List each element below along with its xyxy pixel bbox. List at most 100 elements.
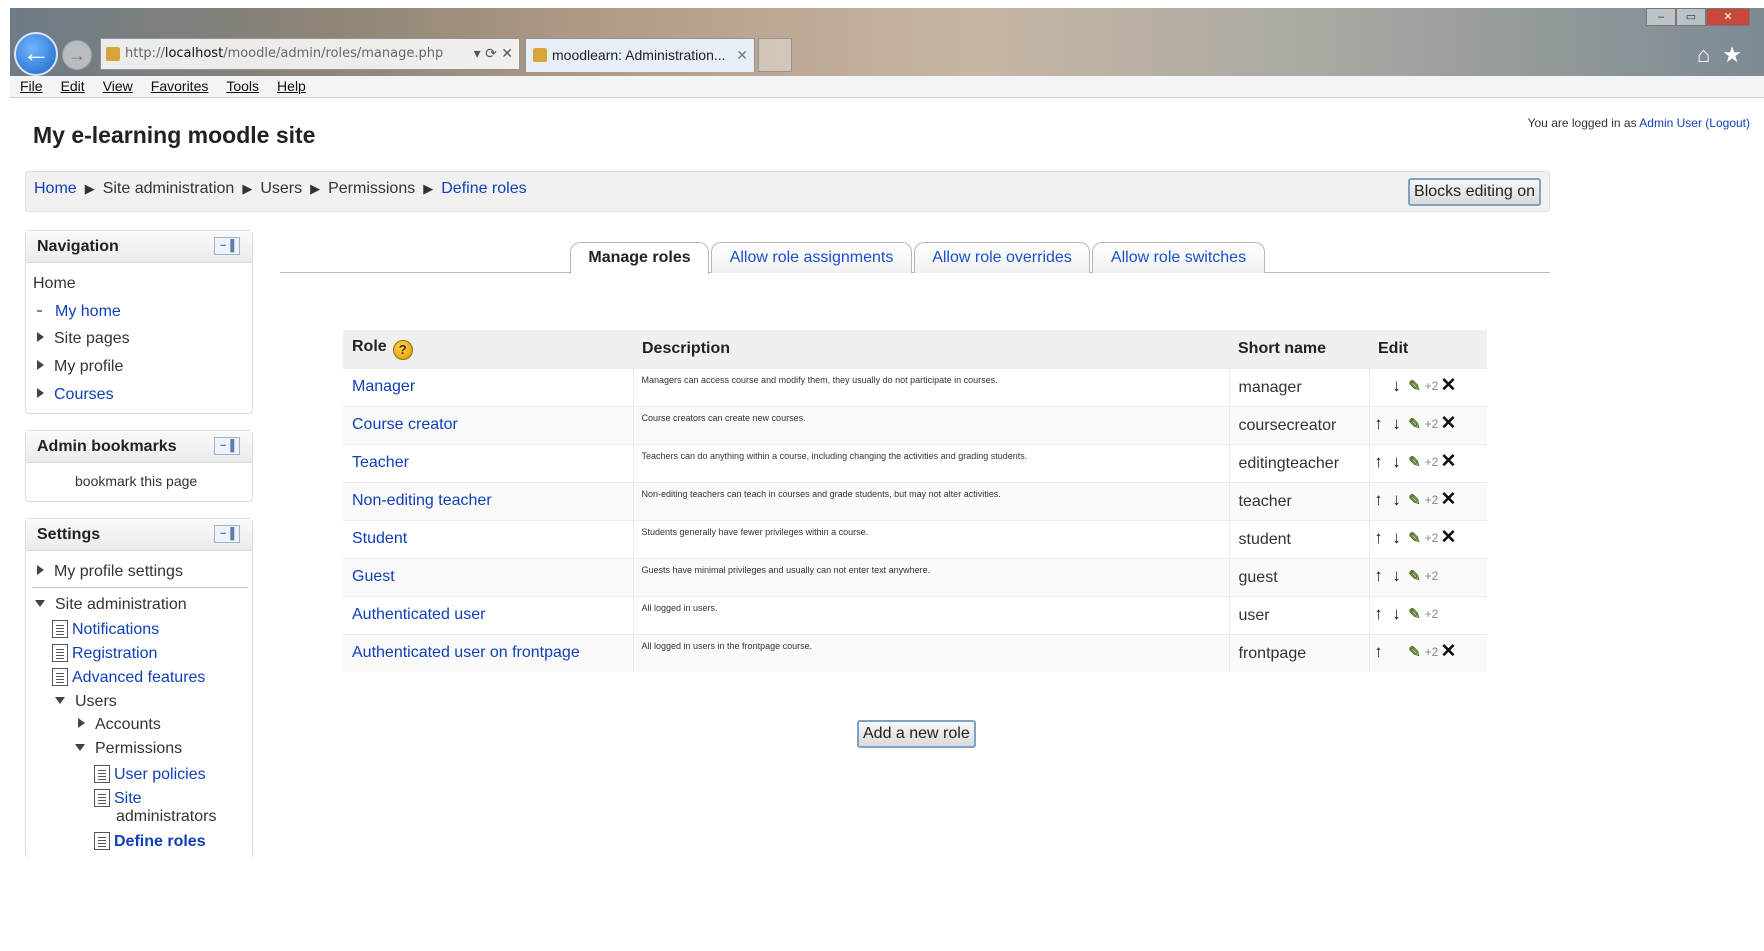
browser-tab[interactable]: moodlearn: Administration... ✕ [525,38,755,72]
edit-icon[interactable]: ✎ [1406,377,1424,395]
dock-block-icon[interactable]: −▐ [214,525,240,543]
move-down-icon[interactable]: ↓ [1388,566,1406,586]
settings-user-policies-label[interactable]: User policies [114,766,206,783]
logout-link[interactable]: (Logout) [1705,116,1750,130]
nav-my-home-item[interactable]: My home [33,303,121,321]
settings-registration[interactable]: Registration [52,644,157,663]
duplicate-icon[interactable]: +2 [1424,493,1440,507]
move-up-icon[interactable]: ↑ [1370,452,1388,472]
settings-registration-label[interactable]: Registration [72,645,157,662]
settings-my-profile[interactable]: My profile settings [37,563,183,581]
edit-icon[interactable]: ✎ [1406,491,1424,509]
tab-allow-role-switches[interactable]: Allow role switches [1092,242,1265,273]
maximize-icon[interactable]: ▭ [1676,8,1706,26]
delete-icon[interactable]: ✕ [1440,412,1458,435]
settings-define-roles-label[interactable]: Define roles [114,833,206,850]
move-down-icon[interactable]: ↓ [1388,414,1406,434]
minimize-icon[interactable]: ‒ [1646,8,1676,26]
settings-advanced-features-label[interactable]: Advanced features [72,669,205,686]
nav-site-pages[interactable]: Site pages [37,330,130,348]
menu-help[interactable]: Help [277,76,306,97]
role-link[interactable]: Teacher [352,454,409,471]
role-link[interactable]: Guest [352,568,395,585]
role-link[interactable]: Non-editing teacher [352,492,492,509]
settings-notifications[interactable]: Notifications [52,620,159,639]
delete-icon[interactable]: ✕ [1440,526,1458,549]
role-link[interactable]: Manager [352,378,415,395]
breadcrumb-define-roles[interactable]: Define roles [441,180,526,197]
move-up-icon[interactable]: ↑ [1370,566,1388,586]
star-icon[interactable]: ★ [1722,42,1754,67]
menu-tools[interactable]: Tools [226,76,259,97]
user-link[interactable]: Admin User [1639,116,1702,130]
duplicate-icon[interactable]: +2 [1424,569,1440,583]
add-new-role-button[interactable]: Add a new role [857,720,976,748]
tab-allow-role-assignments[interactable]: Allow role assignments [711,242,912,273]
role-link[interactable]: Authenticated user [352,606,485,623]
edit-icon[interactable]: ✎ [1406,529,1424,547]
help-icon[interactable]: ? [392,339,413,360]
duplicate-icon[interactable]: +2 [1424,607,1440,621]
menu-file[interactable]: File [20,76,43,97]
bookmark-page-link[interactable]: bookmark this page [75,473,197,489]
role-link[interactable]: Course creator [352,416,458,433]
close-tab-icon[interactable]: ✕ [736,39,748,71]
menu-edit[interactable]: Edit [61,76,85,97]
tab-allow-role-overrides[interactable]: Allow role overrides [914,242,1090,273]
settings-notifications-label[interactable]: Notifications [72,621,159,638]
move-up-icon[interactable]: ↑ [1370,642,1388,662]
tab-allow-role-overrides-link[interactable]: Allow role overrides [932,249,1072,266]
edit-icon[interactable]: ✎ [1406,415,1424,433]
nav-courses[interactable]: Courses [37,386,114,404]
move-up-icon[interactable]: ↑ [1370,490,1388,510]
duplicate-icon[interactable]: +2 [1424,455,1440,469]
tab-allow-role-assignments-link[interactable]: Allow role assignments [730,249,894,266]
home-icon[interactable]: ⌂ [1697,42,1722,67]
delete-icon[interactable]: ✕ [1440,640,1458,663]
new-tab-button[interactable] [758,38,792,72]
move-down-icon[interactable]: ↓ [1388,604,1406,624]
tab-manage-roles[interactable]: Manage roles [570,242,709,274]
back-arrow-icon[interactable]: ← [14,32,58,76]
move-down-icon[interactable]: ↓ [1388,452,1406,472]
settings-user-policies[interactable]: User policies [94,765,206,784]
forward-arrow-icon[interactable]: → [62,40,92,70]
menu-favorites[interactable]: Favorites [151,76,209,97]
nav-courses-label[interactable]: Courses [54,386,114,403]
settings-define-roles[interactable]: Define roles [94,832,206,851]
settings-accounts[interactable]: Accounts [78,716,161,734]
settings-permissions[interactable]: Permissions [75,740,182,758]
nav-my-profile[interactable]: My profile [37,358,123,376]
tab-allow-role-switches-link[interactable]: Allow role switches [1111,249,1246,266]
breadcrumb-home[interactable]: Home [34,180,77,197]
duplicate-icon[interactable]: +2 [1424,645,1440,659]
edit-icon[interactable]: ✎ [1406,453,1424,471]
settings-site-admins-label[interactable]: Site [114,790,142,807]
dock-block-icon[interactable]: −▐ [214,437,240,455]
delete-icon[interactable]: ✕ [1440,374,1458,397]
nav-my-home[interactable]: My home [55,303,121,320]
address-bar[interactable]: http://localhost/moodle/admin/roles/mana… [100,38,520,70]
move-down-icon[interactable]: ↓ [1388,528,1406,548]
settings-advanced-features[interactable]: Advanced features [52,668,205,687]
settings-site-admins-label-line2[interactable]: administrators [116,808,216,826]
settings-site-admins[interactable]: Site [94,789,142,808]
settings-users[interactable]: Users [55,693,117,711]
delete-icon[interactable]: ✕ [1440,488,1458,511]
role-link[interactable]: Authenticated user on frontpage [352,644,580,661]
move-down-icon[interactable]: ↓ [1388,376,1406,396]
menu-view[interactable]: View [103,76,133,97]
edit-icon[interactable]: ✎ [1406,643,1424,661]
refresh-stop-icons[interactable]: ▾ ⟳ ✕ [474,39,513,69]
role-link[interactable]: Student [352,530,407,547]
move-up-icon[interactable]: ↑ [1370,604,1388,624]
nav-home[interactable]: Home [33,275,76,293]
move-up-icon[interactable]: ↑ [1370,528,1388,548]
duplicate-icon[interactable]: +2 [1424,531,1440,545]
duplicate-icon[interactable]: +2 [1424,417,1440,431]
dock-block-icon[interactable]: −▐ [214,237,240,255]
close-window-icon[interactable]: ✕ [1706,8,1750,26]
edit-icon[interactable]: ✎ [1406,605,1424,623]
settings-site-admin[interactable]: Site administration [35,596,187,614]
duplicate-icon[interactable]: +2 [1424,379,1440,393]
